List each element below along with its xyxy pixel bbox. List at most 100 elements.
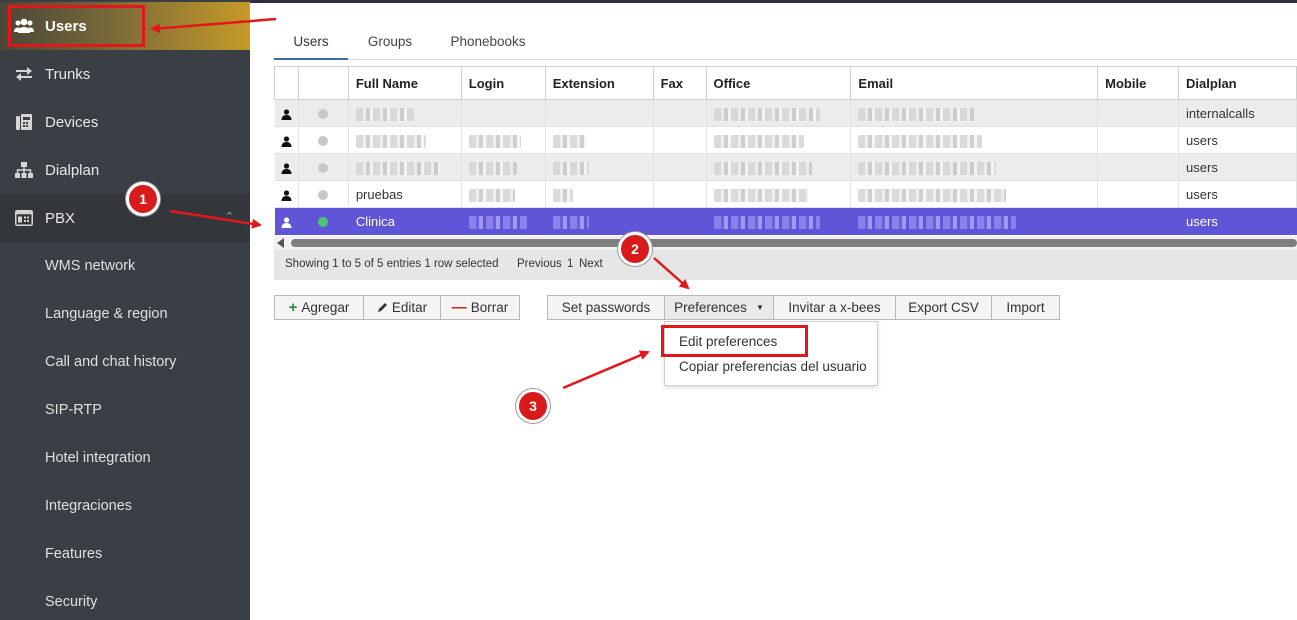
plus-icon: + xyxy=(288,299,298,316)
column-header-extension[interactable]: Extension xyxy=(544,66,654,100)
column-header-fax[interactable]: Fax xyxy=(652,66,707,100)
redacted-text xyxy=(858,107,976,121)
redacted-text xyxy=(713,161,812,175)
column-header-dialplan[interactable]: Dialplan xyxy=(1178,66,1297,100)
table-header: Full Name Login Extension Fax Office Ema… xyxy=(274,66,1297,100)
export-csv-button[interactable]: Export CSV xyxy=(895,295,992,320)
step-badge-2: 2 xyxy=(618,232,652,266)
sidebar: Users Trunks Devices Dialplan PBX ⌃ WMS … xyxy=(0,0,250,620)
user-icon xyxy=(281,108,292,120)
cell-dialplan: users xyxy=(1178,126,1297,154)
table-row[interactable]: internalcalls xyxy=(274,99,1297,127)
sidebar-item-trunks[interactable]: Trunks xyxy=(0,50,250,98)
redacted-text xyxy=(355,161,440,175)
entries-info: Showing 1 to 5 of 5 entries 1 row select… xyxy=(285,258,499,270)
step-badge-1: 1 xyxy=(126,182,160,216)
phone-box-icon xyxy=(12,206,36,230)
tab-groups[interactable]: Groups xyxy=(356,28,424,60)
horizontal-scrollbar[interactable] xyxy=(274,236,1297,250)
delete-button-label: Borrar xyxy=(470,300,509,315)
add-button-label: Agregar xyxy=(301,300,350,315)
cell-full-name: Clinica xyxy=(348,207,462,235)
redacted-text xyxy=(713,134,804,148)
invite-xbees-button[interactable]: Invitar a x-bees xyxy=(773,295,896,320)
tab-users[interactable]: Users xyxy=(274,28,348,60)
minus-icon: — xyxy=(451,299,467,316)
redacted-text xyxy=(355,134,426,148)
column-header-office[interactable]: Office xyxy=(705,66,852,100)
redacted-text xyxy=(468,134,521,148)
sidebar-item-dialplan[interactable]: Dialplan xyxy=(0,146,250,194)
column-header-mobile[interactable]: Mobile xyxy=(1097,66,1180,100)
redacted-text xyxy=(468,215,527,229)
user-icon xyxy=(281,135,292,147)
delete-button[interactable]: — Borrar xyxy=(440,295,520,320)
sitemap-icon xyxy=(12,158,36,182)
edit-button[interactable]: Editar xyxy=(363,295,441,320)
table-footer: Showing 1 to 5 of 5 entries 1 row select… xyxy=(274,250,1297,280)
status-dot-icon xyxy=(318,136,329,147)
sidebar-subitem-call-chat-history[interactable]: Call and chat history xyxy=(45,354,176,370)
scroll-left-icon[interactable] xyxy=(277,238,284,248)
redacted-text xyxy=(858,215,1017,229)
redacted-text xyxy=(858,134,983,148)
tab-phonebooks[interactable]: Phonebooks xyxy=(442,28,534,60)
redacted-text xyxy=(468,161,517,175)
table-row[interactable]: pruebas users xyxy=(274,180,1297,208)
add-button[interactable]: + Agregar xyxy=(274,295,364,320)
import-button[interactable]: Import xyxy=(991,295,1060,320)
menu-item-copy-preferences[interactable]: Copiar preferencias del usuario xyxy=(679,359,867,374)
status-dot-icon xyxy=(318,163,329,174)
highlight-users xyxy=(8,5,145,47)
cell-dialplan: users xyxy=(1178,153,1297,181)
cell-dialplan: users xyxy=(1178,207,1297,235)
redacted-text xyxy=(713,215,820,229)
column-header-login[interactable]: Login xyxy=(460,66,546,100)
column-header-email[interactable]: Email xyxy=(850,66,1099,100)
table-row[interactable]: users xyxy=(274,126,1297,154)
sidebar-subitem-security[interactable]: Security xyxy=(45,594,97,610)
redacted-text xyxy=(713,107,820,121)
scrollbar-thumb[interactable] xyxy=(291,239,1297,247)
preferences-dropdown-button[interactable]: Preferences ▼ xyxy=(664,295,774,320)
column-header-type[interactable] xyxy=(274,66,299,100)
sidebar-item-pbx[interactable]: PBX ⌃ xyxy=(0,194,250,242)
table-row[interactable]: users xyxy=(274,153,1297,181)
arrow-to-edit-preferences xyxy=(562,350,650,390)
chevron-up-icon[interactable]: ⌃ xyxy=(225,210,234,223)
column-header-full-name[interactable]: Full Name xyxy=(347,66,462,100)
cell-dialplan: users xyxy=(1178,180,1297,208)
status-online-dot-icon xyxy=(318,217,329,228)
set-passwords-button[interactable]: Set passwords xyxy=(547,295,665,320)
redacted-text xyxy=(468,188,515,202)
sidebar-subitem-integraciones[interactable]: Integraciones xyxy=(45,498,132,514)
table-row-selected[interactable]: Clinica users xyxy=(274,207,1297,235)
redacted-text xyxy=(355,107,414,121)
status-dot-icon xyxy=(318,190,329,201)
redacted-text xyxy=(552,161,589,175)
redacted-text xyxy=(713,188,808,202)
pagination-page[interactable]: 1 xyxy=(567,258,573,270)
edit-button-label: Editar xyxy=(391,300,428,315)
highlight-edit-preferences xyxy=(661,325,808,357)
redacted-text xyxy=(552,188,573,202)
pagination-next[interactable]: Next xyxy=(579,258,603,270)
user-icon xyxy=(281,162,292,174)
pencil-icon xyxy=(377,303,387,312)
sidebar-item-devices[interactable]: Devices xyxy=(0,98,250,146)
step-badge-3: 3 xyxy=(516,389,550,423)
caret-down-icon: ▼ xyxy=(755,303,764,312)
redacted-text xyxy=(552,215,589,229)
sidebar-subitem-features[interactable]: Features xyxy=(45,546,102,562)
sidebar-subitem-language-region[interactable]: Language & region xyxy=(45,306,168,322)
sidebar-item-label: Devices xyxy=(45,113,99,131)
sidebar-subitem-wms-network[interactable]: WMS network xyxy=(45,258,135,274)
cell-full-name: pruebas xyxy=(348,180,462,208)
sidebar-subitem-hotel-integration[interactable]: Hotel integration xyxy=(45,450,151,466)
column-header-status[interactable] xyxy=(297,66,349,100)
sidebar-subitem-sip-rtp[interactable]: SIP-RTP xyxy=(45,402,102,418)
sidebar-item-label: PBX xyxy=(45,209,76,227)
sidebar-item-label: Trunks xyxy=(45,65,91,83)
pagination-previous[interactable]: Previous xyxy=(517,258,562,270)
users-table: Full Name Login Extension Fax Office Ema… xyxy=(274,66,1297,235)
